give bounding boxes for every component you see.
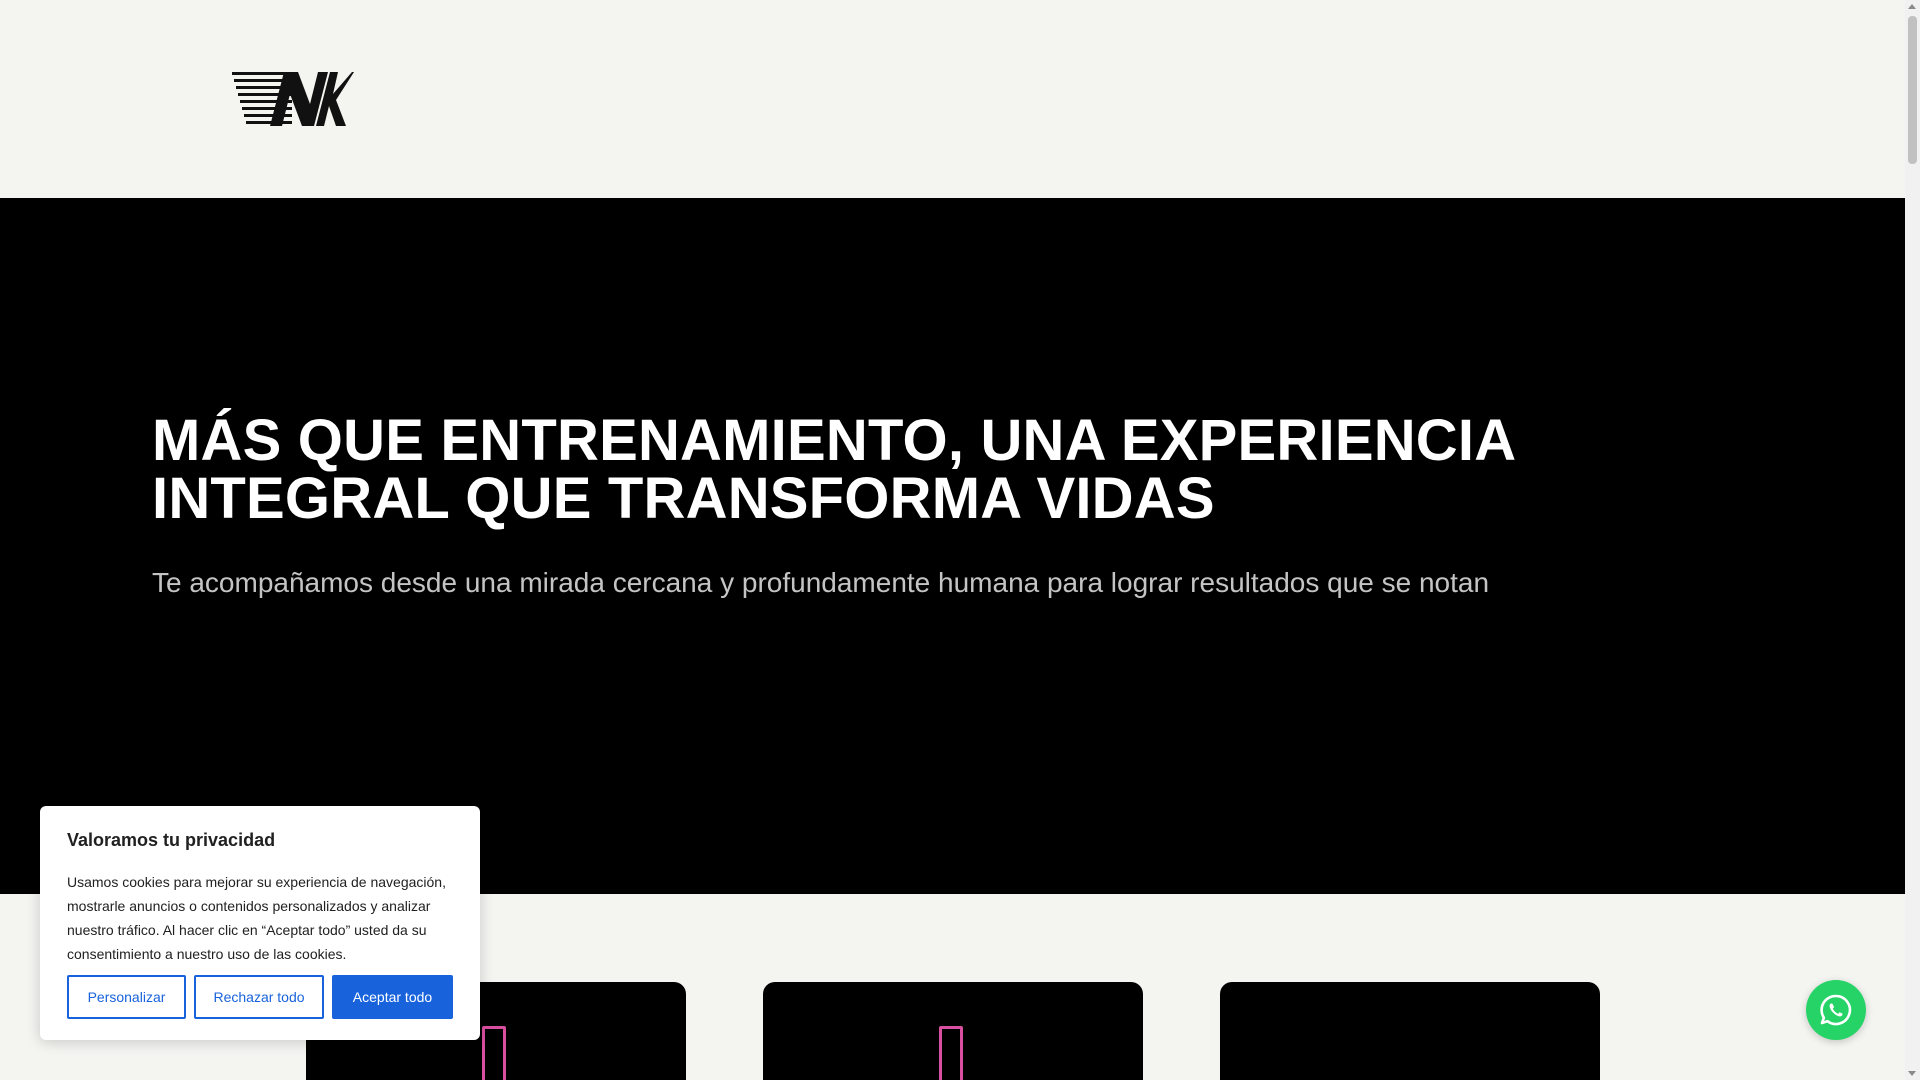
logo-icon	[232, 72, 354, 126]
site-header	[0, 0, 1905, 198]
scroll-down-icon[interactable]	[1908, 1071, 1916, 1076]
cookie-consent-banner: Valoramos tu privacidad Usamos cookies p…	[40, 806, 480, 1040]
cookie-actions: Personalizar Rechazar todo Aceptar todo	[67, 975, 453, 1019]
accept-all-button[interactable]: Aceptar todo	[332, 975, 453, 1019]
logo[interactable]	[232, 70, 354, 128]
vertical-scrollbar[interactable]	[1905, 0, 1920, 1080]
cookie-description: Usamos cookies para mejorar su experienc…	[67, 874, 446, 962]
feature-card[interactable]	[763, 982, 1143, 1080]
phone-icon	[482, 1026, 506, 1080]
hero-subtitle: Te acompañamos desde una mirada cercana …	[152, 567, 1490, 598]
scrollbar-thumb[interactable]	[1908, 16, 1917, 164]
customize-button[interactable]: Personalizar	[67, 975, 186, 1019]
reject-all-button[interactable]: Rechazar todo	[194, 975, 324, 1019]
scroll-up-icon[interactable]	[1908, 4, 1916, 9]
cookie-title: Valoramos tu privacidad	[67, 830, 276, 850]
page: MÁS QUE ENTRENAMIENTO, UNA EXPERIENCIA I…	[0, 0, 1920, 1080]
feature-card[interactable]	[1220, 982, 1600, 1080]
whatsapp-icon	[1820, 994, 1852, 1026]
whatsapp-button[interactable]	[1806, 980, 1866, 1040]
hero-title: MÁS QUE ENTRENAMIENTO, UNA EXPERIENCIA I…	[152, 408, 1515, 531]
phone-icon	[939, 1026, 963, 1080]
hero-section: MÁS QUE ENTRENAMIENTO, UNA EXPERIENCIA I…	[0, 198, 1905, 894]
